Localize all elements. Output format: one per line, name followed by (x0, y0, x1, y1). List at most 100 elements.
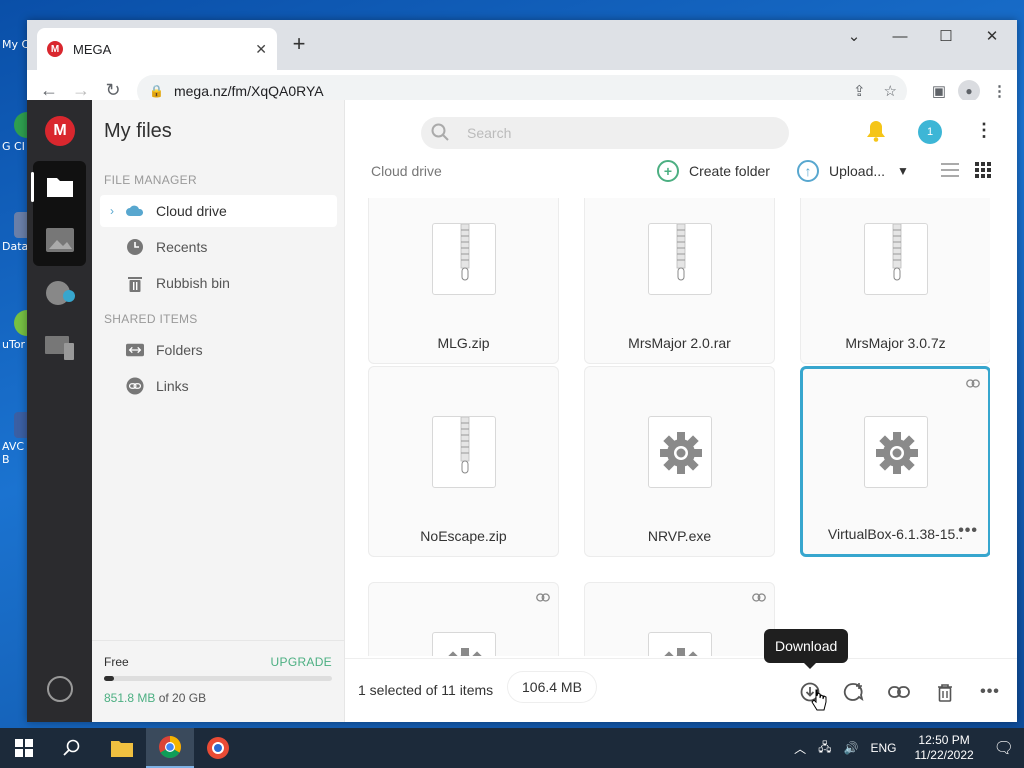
close-window-button[interactable]: ✕ (969, 20, 1015, 52)
chat-rail-icon[interactable] (44, 280, 76, 308)
file-card[interactable] (368, 582, 559, 656)
show-hidden-icons-icon[interactable]: ︿ (794, 740, 806, 757)
breadcrumb[interactable]: Cloud drive (371, 163, 442, 179)
selection-size: 106.4 MB (508, 672, 596, 702)
plus-circle-icon: + (657, 160, 679, 182)
create-folder-button[interactable]: + Create folder (657, 160, 770, 182)
executable-file-icon (648, 416, 712, 488)
file-card[interactable]: VirtualBox-6.1.38-15.. ••• (800, 366, 990, 557)
selection-count: 1 selected of 11 items (358, 682, 494, 698)
tab-strip: M MEGA ✕ + ⌄ — ☐ ✕ (27, 20, 1017, 70)
mouse-pointer-icon (811, 689, 827, 716)
new-tab-button[interactable]: + (287, 33, 311, 57)
sidebar-item-folders[interactable]: Folders (100, 334, 337, 366)
file-card[interactable]: NoEscape.zip (368, 366, 559, 557)
minimize-button[interactable]: — (877, 20, 923, 52)
upload-arrow-icon: ↑ (797, 160, 819, 182)
file-name: NoEscape.zip (420, 528, 507, 544)
executable-file-icon (648, 632, 712, 656)
side-panel-icon[interactable]: ▣ (932, 82, 946, 100)
browser-taskbar-icon[interactable] (194, 728, 242, 768)
close-tab-icon[interactable]: ✕ (255, 41, 267, 58)
grid-view-icon[interactable] (975, 162, 991, 183)
file-card[interactable]: MrsMajor 2.0.rar (584, 198, 775, 364)
search-taskbar-icon[interactable] (48, 728, 96, 768)
tab-title: MEGA (73, 41, 112, 57)
desktop-icon-label: G Cl (2, 140, 25, 153)
sidebar-item-cloud-drive[interactable]: › Cloud drive (100, 195, 337, 227)
storage-panel: Free UPGRADE 851.8 MB of 20 GB (92, 640, 344, 722)
mega-logo-icon[interactable]: M (45, 116, 75, 146)
cloud-icon (126, 202, 144, 220)
clock[interactable]: 12:50 PM 11/22/2022 (915, 733, 974, 763)
start-windows-icon[interactable] (0, 728, 48, 768)
file-browser: Search 1 ⋮ Cloud drive + Create folder ↑… (345, 100, 1017, 722)
user-avatar[interactable]: 1 (918, 120, 942, 144)
photos-rail-icon[interactable] (44, 226, 76, 254)
share-chat-icon[interactable] (842, 680, 866, 704)
upload-button[interactable]: ↑ Upload... ▼ (797, 160, 909, 182)
executable-file-icon (432, 632, 496, 656)
chevron-down-icon[interactable]: ▼ (897, 164, 909, 178)
clock-icon (126, 238, 144, 256)
sidebar-item-links[interactable]: Links (100, 370, 337, 402)
app-rail: M (27, 100, 92, 722)
file-card[interactable]: NRVP.exe (584, 366, 775, 557)
account-menu-icon[interactable]: ⋮ (975, 120, 993, 141)
more-options-icon[interactable]: ••• (958, 522, 978, 540)
rail-active-indicator (31, 172, 34, 202)
tab-mega[interactable]: M MEGA ✕ (37, 28, 277, 70)
shared-items-heading: SHARED ITEMS (104, 312, 198, 326)
file-name: MLG.zip (437, 335, 490, 351)
get-link-icon[interactable] (887, 680, 911, 704)
more-actions-icon[interactable]: ••• (978, 680, 1002, 704)
file-name: NRVP.exe (647, 528, 712, 544)
desktop-icon-label: uTor (2, 338, 26, 351)
mega-app: M My files FILE MANAGER › Cloud drive Re… (27, 100, 1017, 722)
mega-favicon-icon: M (47, 41, 63, 57)
sidebar-item-label: Rubbish bin (156, 275, 230, 291)
sidebar-item-rubbish-bin[interactable]: Rubbish bin (100, 267, 337, 299)
tab-search-icon[interactable]: ⌄ (831, 20, 877, 52)
notifications-icon[interactable]: 🗨 (994, 738, 1014, 758)
search-input[interactable]: Search (421, 117, 789, 149)
upgrade-link[interactable]: UPGRADE (271, 655, 332, 669)
storage-plan: Free (104, 655, 129, 669)
file-grid: MLG.zip MrsMajor 2.0.rar MrsMajor 3.0.7z No… (345, 198, 990, 656)
file-card[interactable] (584, 582, 775, 656)
chrome-taskbar-icon[interactable] (146, 728, 194, 768)
bookmark-star-icon[interactable]: ☆ (884, 82, 897, 100)
archive-file-icon (648, 223, 712, 295)
chevron-right-icon[interactable]: › (110, 204, 114, 218)
file-explorer-icon[interactable] (98, 728, 146, 768)
profile-avatar-icon[interactable]: ● (958, 80, 980, 102)
network-icon[interactable]: 🖧 (818, 738, 831, 759)
selection-bar: 1 selected of 11 items 106.4 MB Download… (345, 629, 1017, 722)
link-icon (126, 377, 144, 395)
storage-total: of 20 GB (158, 691, 207, 705)
delete-trash-icon[interactable] (933, 680, 957, 704)
maximize-button[interactable]: ☐ (923, 20, 969, 52)
sidebar: My files FILE MANAGER › Cloud drive Rece… (92, 100, 345, 722)
browser-window: M MEGA ✕ + ⌄ — ☐ ✕ ← → ↻ 🔒 mega.nz/fm/Xq… (27, 20, 1017, 722)
notification-bell-icon[interactable] (866, 120, 886, 147)
trash-icon (126, 274, 144, 292)
devices-rail-icon[interactable] (44, 334, 76, 362)
transfers-icon[interactable] (47, 676, 73, 702)
desktop-icon-label: Data (2, 240, 29, 253)
sidebar-item-recents[interactable]: Recents (100, 231, 337, 263)
storage-progress-bar (104, 676, 332, 681)
volume-icon[interactable]: 🔊 (844, 741, 859, 755)
file-card[interactable]: MrsMajor 3.0.7z (800, 198, 990, 364)
sidebar-item-label: Links (156, 378, 189, 394)
clock-time: 12:50 PM (918, 733, 970, 747)
browser-menu-icon[interactable]: ⋮ (992, 82, 1007, 100)
clock-date: 11/22/2022 (914, 748, 974, 762)
file-name: MrsMajor 3.0.7z (845, 335, 946, 351)
cloud-drive-rail-icon[interactable] (44, 172, 76, 200)
list-view-icon[interactable] (941, 162, 959, 183)
file-card[interactable]: MLG.zip (368, 198, 559, 364)
archive-file-icon (432, 416, 496, 488)
language-indicator[interactable]: ENG (871, 741, 897, 755)
share-icon[interactable]: ⇪ (853, 82, 866, 100)
